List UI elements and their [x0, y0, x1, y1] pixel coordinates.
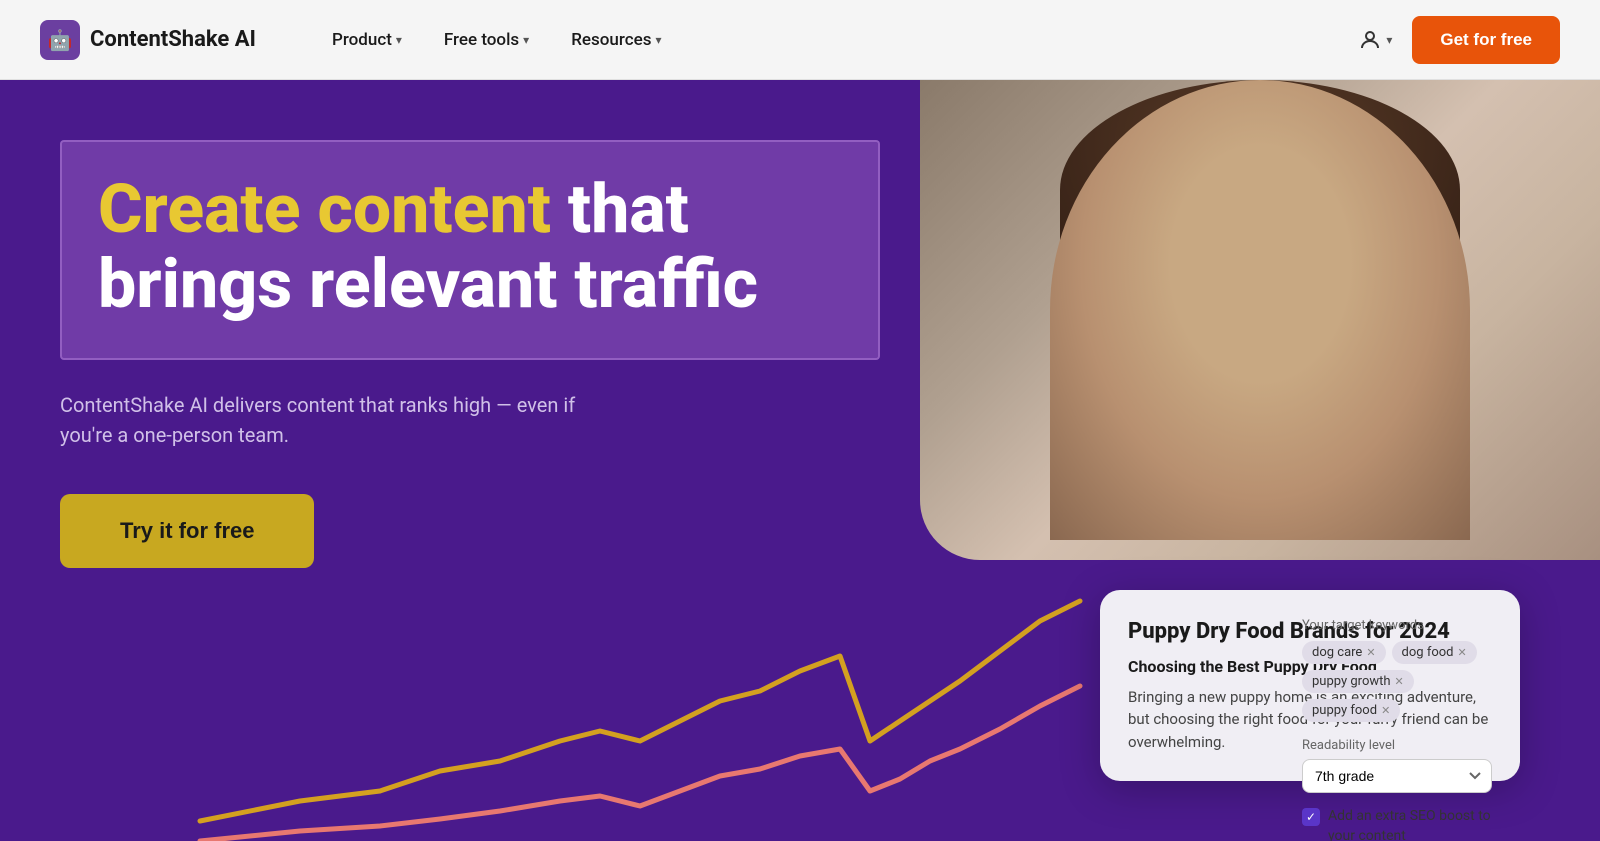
try-free-button[interactable]: Try it for free: [60, 494, 314, 568]
remove-keyword-puppy-growth[interactable]: ✕: [1395, 675, 1404, 688]
keyword-tag-puppy-growth: puppy growth ✕: [1302, 670, 1414, 693]
keyword-tag-dog-food: dog food ✕: [1392, 641, 1477, 664]
remove-keyword-puppy-food[interactable]: ✕: [1381, 704, 1390, 717]
hero-content: Create content that brings relevant traf…: [60, 140, 880, 568]
remove-keyword-dog-food[interactable]: ✕: [1458, 646, 1467, 659]
logo-text: ContentShake AI: [90, 27, 256, 52]
keywords-container: dog care ✕ dog food ✕ puppy growth ✕ pup…: [1302, 641, 1492, 722]
chevron-down-icon: ▾: [655, 33, 661, 47]
nav-product[interactable]: Product ▾: [316, 22, 418, 58]
nav-links: Product ▾ Free tools ▾ Resources ▾: [316, 22, 1358, 58]
nav-right: ▾ Get for free: [1358, 16, 1560, 64]
widget-card: Puppy Dry Food Brands for 2024 Choosing …: [1100, 590, 1520, 781]
logo[interactable]: 🤖 ContentShake AI: [40, 20, 256, 60]
get-free-button[interactable]: Get for free: [1412, 16, 1560, 64]
readability-label: Readability level: [1302, 738, 1492, 753]
seo-boost-row: ✓ Add an extra SEO boost to your content: [1302, 807, 1492, 841]
hero-section: Create content that brings relevant traf…: [0, 80, 1600, 841]
nav-free-tools[interactable]: Free tools ▾: [428, 22, 545, 58]
keyword-tag-puppy-food: puppy food ✕: [1302, 699, 1400, 722]
chevron-down-icon: ▾: [1386, 33, 1392, 47]
widget-right: Your target keywords dog care ✕ dog food…: [1302, 618, 1492, 841]
hero-subheadline: ContentShake AI delivers content that ra…: [60, 390, 600, 450]
headline-box: Create content that brings relevant traf…: [60, 140, 880, 360]
readability-select[interactable]: 7th grade 8th grade 9th grade 10th grade: [1302, 759, 1492, 793]
keyword-tag-dog-care: dog care ✕: [1302, 641, 1386, 664]
seo-boost-label: Add an extra SEO boost to your content: [1328, 807, 1492, 841]
hero-person-image: [920, 80, 1600, 560]
chevron-down-icon: ▾: [396, 33, 402, 47]
nav-resources[interactable]: Resources ▾: [555, 22, 677, 58]
hero-headline: Create content that brings relevant traf…: [98, 172, 842, 322]
headline-accent: Create content: [98, 169, 551, 249]
keywords-label: Your target keywords: [1302, 618, 1492, 633]
logo-icon: 🤖: [40, 20, 80, 60]
user-account[interactable]: ▾: [1358, 28, 1392, 52]
remove-keyword-dog-care[interactable]: ✕: [1366, 646, 1375, 659]
chevron-down-icon: ▾: [523, 33, 529, 47]
navbar: 🤖 ContentShake AI Product ▾ Free tools ▾…: [0, 0, 1600, 80]
seo-boost-checkbox[interactable]: ✓: [1302, 808, 1320, 826]
